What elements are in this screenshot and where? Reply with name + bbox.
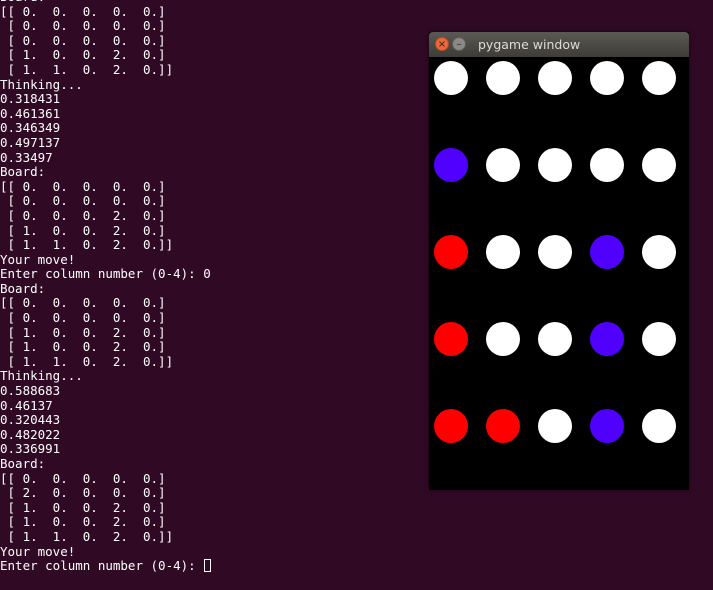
empty-slot[interactable] <box>538 409 572 443</box>
empty-slot[interactable] <box>642 61 676 95</box>
terminal-line: [ 1. 1. 0. 2. 0.]] <box>0 528 174 544</box>
empty-slot[interactable] <box>590 61 624 95</box>
minimize-icon[interactable]: – <box>452 37 466 51</box>
empty-slot[interactable] <box>538 148 572 182</box>
empty-slot[interactable] <box>642 148 676 182</box>
empty-slot[interactable] <box>538 61 572 95</box>
empty-slot[interactable] <box>642 322 676 356</box>
empty-slot[interactable] <box>486 322 520 356</box>
terminal-line: [[ 0. 0. 0. 0. 0.] <box>0 3 166 19</box>
empty-slot[interactable] <box>590 148 624 182</box>
empty-slot[interactable] <box>642 235 676 269</box>
red-disc[interactable] <box>434 322 468 356</box>
empty-slot[interactable] <box>486 61 520 95</box>
terminal-line: Your move! <box>0 543 76 559</box>
empty-slot[interactable] <box>538 322 572 356</box>
blue-disc[interactable] <box>434 148 468 182</box>
close-icon[interactable]: × <box>435 37 449 51</box>
empty-slot[interactable] <box>486 148 520 182</box>
blue-disc[interactable] <box>590 322 624 356</box>
game-board[interactable] <box>429 57 689 490</box>
red-disc[interactable] <box>434 409 468 443</box>
empty-slot[interactable] <box>642 409 676 443</box>
blue-disc[interactable] <box>590 409 624 443</box>
red-disc[interactable] <box>434 235 468 269</box>
window-titlebar[interactable]: × – pygame window <box>429 32 689 57</box>
text-cursor[interactable] <box>204 559 212 573</box>
empty-slot[interactable] <box>486 235 520 269</box>
terminal-line: [ 1. 0. 0. 2. 0.] <box>0 499 166 515</box>
empty-slot[interactable] <box>538 235 572 269</box>
terminal-line: [ 1. 0. 0. 2. 0.] <box>0 514 166 530</box>
terminal-prompt-line[interactable]: Enter column number (0-4): <box>0 558 713 574</box>
empty-slot[interactable] <box>434 61 468 95</box>
terminal-prompt: Enter column number (0-4): <box>0 558 204 574</box>
pygame-window[interactable]: × – pygame window <box>429 32 689 490</box>
blue-disc[interactable] <box>590 235 624 269</box>
red-disc[interactable] <box>486 409 520 443</box>
window-title: pygame window <box>478 37 581 52</box>
